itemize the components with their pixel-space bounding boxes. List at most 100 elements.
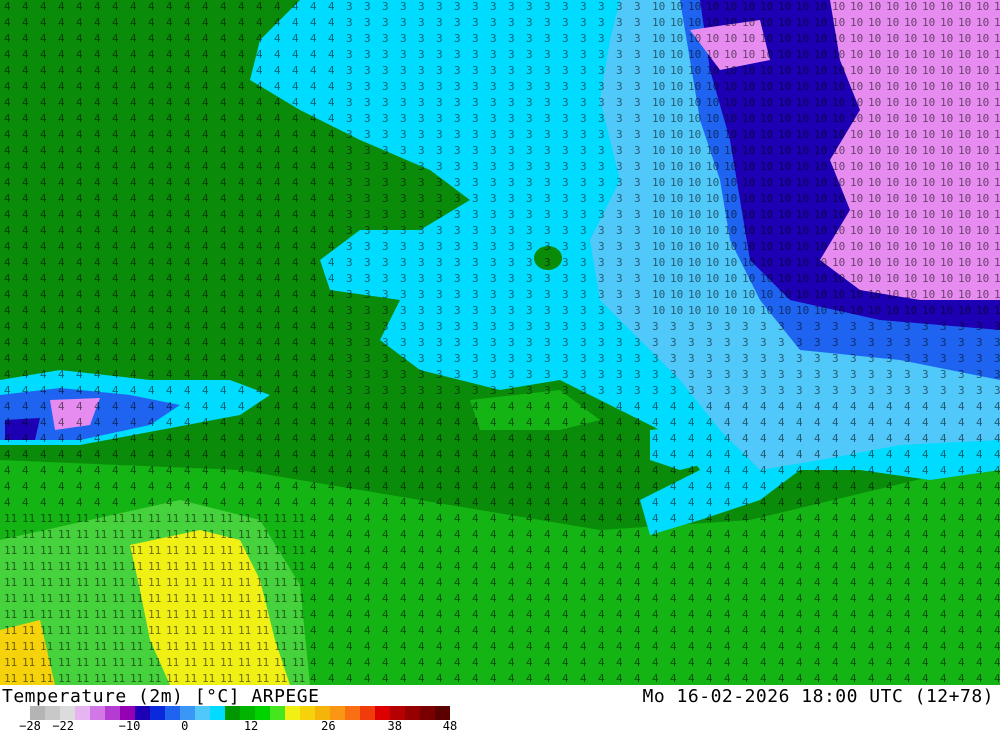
grid-value: 11 xyxy=(220,672,233,685)
grid-value: 4 xyxy=(4,208,11,221)
grid-value: 4 xyxy=(940,672,947,685)
grid-value: 4 xyxy=(544,416,551,429)
grid-value: 3 xyxy=(742,320,749,333)
grid-value: 4 xyxy=(310,176,317,189)
grid-value: 3 xyxy=(490,128,497,141)
grid-value: 4 xyxy=(130,80,137,93)
grid-value: 4 xyxy=(886,464,893,477)
grid-value: 10 xyxy=(886,288,899,301)
grid-value: 10 xyxy=(652,192,665,205)
grid-value: 3 xyxy=(472,208,479,221)
grid-value: 3 xyxy=(616,32,623,45)
grid-value: 3 xyxy=(778,320,785,333)
grid-value: 10 xyxy=(994,224,1000,237)
grid-value: 10 xyxy=(706,32,719,45)
grid-value: 10 xyxy=(850,48,863,61)
grid-value: 4 xyxy=(130,0,137,13)
grid-value: 4 xyxy=(346,480,353,493)
grid-value: 3 xyxy=(544,384,551,397)
grid-value: 4 xyxy=(58,256,65,269)
grid-value: 10 xyxy=(706,16,719,29)
grid-value: 4 xyxy=(22,272,29,285)
grid-value: 4 xyxy=(346,512,353,525)
grid-value: 10 xyxy=(940,192,953,205)
grid-value: 11 xyxy=(292,624,305,637)
grid-value: 11 xyxy=(76,528,89,541)
grid-value: 10 xyxy=(904,128,917,141)
grid-value: 11 xyxy=(148,544,161,557)
grid-value: 4 xyxy=(724,448,731,461)
grid-value: 4 xyxy=(958,496,965,509)
grid-value: 4 xyxy=(112,288,119,301)
grid-value: 4 xyxy=(184,128,191,141)
grid-value: 4 xyxy=(544,496,551,509)
grid-value: 4 xyxy=(670,640,677,653)
grid-value: 3 xyxy=(598,16,605,29)
grid-value: 4 xyxy=(706,496,713,509)
grid-value: 3 xyxy=(364,272,371,285)
grid-value: 4 xyxy=(616,400,623,413)
grid-value: 4 xyxy=(76,128,83,141)
grid-value: 4 xyxy=(544,640,551,653)
grid-value: 4 xyxy=(922,464,929,477)
grid-value: 3 xyxy=(544,336,551,349)
grid-value: 4 xyxy=(94,240,101,253)
grid-value: 4 xyxy=(148,496,155,509)
grid-value: 11 xyxy=(22,624,35,637)
grid-value: 10 xyxy=(706,256,719,269)
grid-value: 11 xyxy=(292,560,305,573)
grid-value: 3 xyxy=(562,320,569,333)
grid-value: 10 xyxy=(868,192,881,205)
grid-value: 4 xyxy=(148,304,155,317)
grid-value: 4 xyxy=(760,672,767,685)
grid-value: 4 xyxy=(796,624,803,637)
grid-value: 3 xyxy=(958,368,965,381)
grid-value: 4 xyxy=(364,656,371,669)
grid-value: 4 xyxy=(634,416,641,429)
grid-value: 4 xyxy=(328,672,335,685)
grid-value: 4 xyxy=(328,112,335,125)
grid-value: 4 xyxy=(4,304,11,317)
grid-value: 4 xyxy=(688,672,695,685)
grid-value: 4 xyxy=(670,496,677,509)
grid-value: 3 xyxy=(346,304,353,317)
grid-value: 4 xyxy=(292,176,299,189)
grid-value: 4 xyxy=(22,320,29,333)
grid-value: 10 xyxy=(976,272,989,285)
grid-value: 3 xyxy=(688,352,695,365)
grid-value: 4 xyxy=(922,416,929,429)
grid-value: 4 xyxy=(184,272,191,285)
grid-value: 4 xyxy=(130,288,137,301)
grid-value: 3 xyxy=(526,0,533,13)
grid-value: 3 xyxy=(508,16,515,29)
grid-value: 4 xyxy=(742,480,749,493)
grid-value: 10 xyxy=(886,304,899,317)
grid-value: 4 xyxy=(310,672,317,685)
grid-value: 10 xyxy=(904,208,917,221)
grid-value: 4 xyxy=(652,432,659,445)
grid-value: 10 xyxy=(976,160,989,173)
grid-value: 4 xyxy=(328,48,335,61)
grid-value: 3 xyxy=(454,176,461,189)
grid-value: 4 xyxy=(814,672,821,685)
grid-value: 11 xyxy=(130,656,143,669)
grid-value: 4 xyxy=(148,176,155,189)
grid-value: 4 xyxy=(94,448,101,461)
grid-value: 10 xyxy=(940,240,953,253)
grid-value: 4 xyxy=(22,16,29,29)
grid-value: 4 xyxy=(652,624,659,637)
grid-value: 10 xyxy=(904,144,917,157)
grid-value: 10 xyxy=(778,96,791,109)
grid-value: 10 xyxy=(652,128,665,141)
grid-value: 10 xyxy=(652,64,665,77)
grid-value: 4 xyxy=(634,528,641,541)
grid-value: 3 xyxy=(634,336,641,349)
grid-value: 3 xyxy=(580,176,587,189)
grid-value: 4 xyxy=(598,560,605,573)
grid-value: 10 xyxy=(778,32,791,45)
grid-value: 4 xyxy=(22,112,29,125)
grid-value: 3 xyxy=(958,336,965,349)
grid-value: 4 xyxy=(76,368,83,381)
grid-value: 4 xyxy=(112,224,119,237)
grid-value: 3 xyxy=(994,384,1000,397)
